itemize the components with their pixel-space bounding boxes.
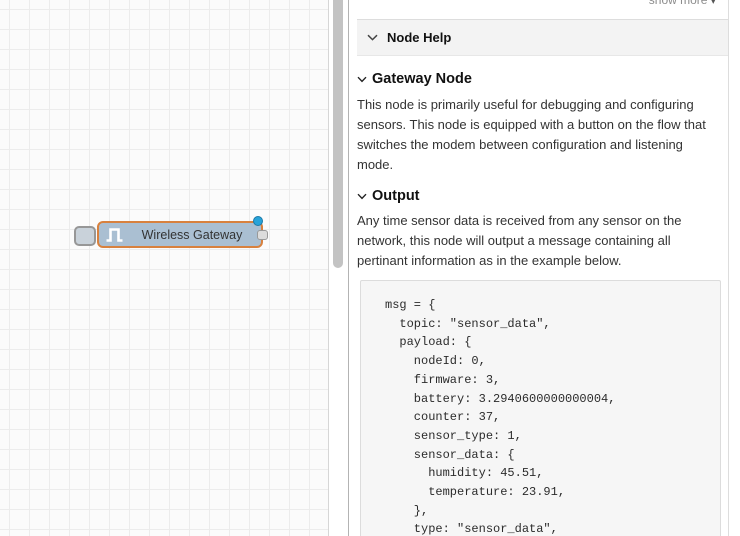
flow-canvas[interactable]: Wireless Gateway bbox=[0, 0, 329, 536]
info-sidebar: show more▾ Node Help Gateway Node This n… bbox=[349, 0, 740, 536]
chevron-down-icon bbox=[367, 34, 378, 41]
node-toggle-button[interactable] bbox=[74, 226, 96, 246]
node-help-content: Gateway Node This node is primarily usef… bbox=[357, 56, 729, 536]
gateway-node-description: This node is primarily useful for debugg… bbox=[357, 95, 729, 175]
node-red-editor: Wireless Gateway show more▾ Node Help Ga… bbox=[0, 0, 740, 536]
code-example-block: msg = { topic: "sensor_data", payload: {… bbox=[360, 280, 721, 536]
chevron-down-icon bbox=[357, 193, 367, 200]
node-changed-status-dot bbox=[253, 216, 263, 226]
output-description: Any time sensor data is received from an… bbox=[357, 211, 729, 271]
pulse-square-wave-icon bbox=[99, 223, 129, 246]
node-output-port[interactable] bbox=[257, 230, 268, 240]
node-help-section-header[interactable]: Node Help bbox=[357, 19, 728, 56]
chevron-down-icon bbox=[357, 76, 367, 83]
show-more-label: show more bbox=[649, 0, 708, 7]
canvas-vertical-scrollbar[interactable] bbox=[330, 0, 348, 536]
help-section-title: Gateway Node bbox=[372, 71, 472, 87]
help-section-title: Output bbox=[372, 188, 420, 204]
node-help-title: Node Help bbox=[387, 30, 451, 45]
help-section-output[interactable]: Output bbox=[357, 188, 729, 204]
code-example-text: msg = { topic: "sensor_data", payload: {… bbox=[385, 296, 720, 536]
help-section-gateway-node[interactable]: Gateway Node bbox=[357, 71, 729, 87]
chevron-down-icon: ▾ bbox=[710, 0, 716, 7]
node-label: Wireless Gateway bbox=[129, 228, 261, 242]
flow-node-wireless-gateway[interactable]: Wireless Gateway bbox=[97, 221, 263, 248]
canvas-scrollbar-thumb[interactable] bbox=[333, 0, 343, 268]
show-more-link[interactable]: show more▾ bbox=[649, 0, 716, 7]
sidebar-scrollbar-track[interactable] bbox=[728, 0, 740, 536]
